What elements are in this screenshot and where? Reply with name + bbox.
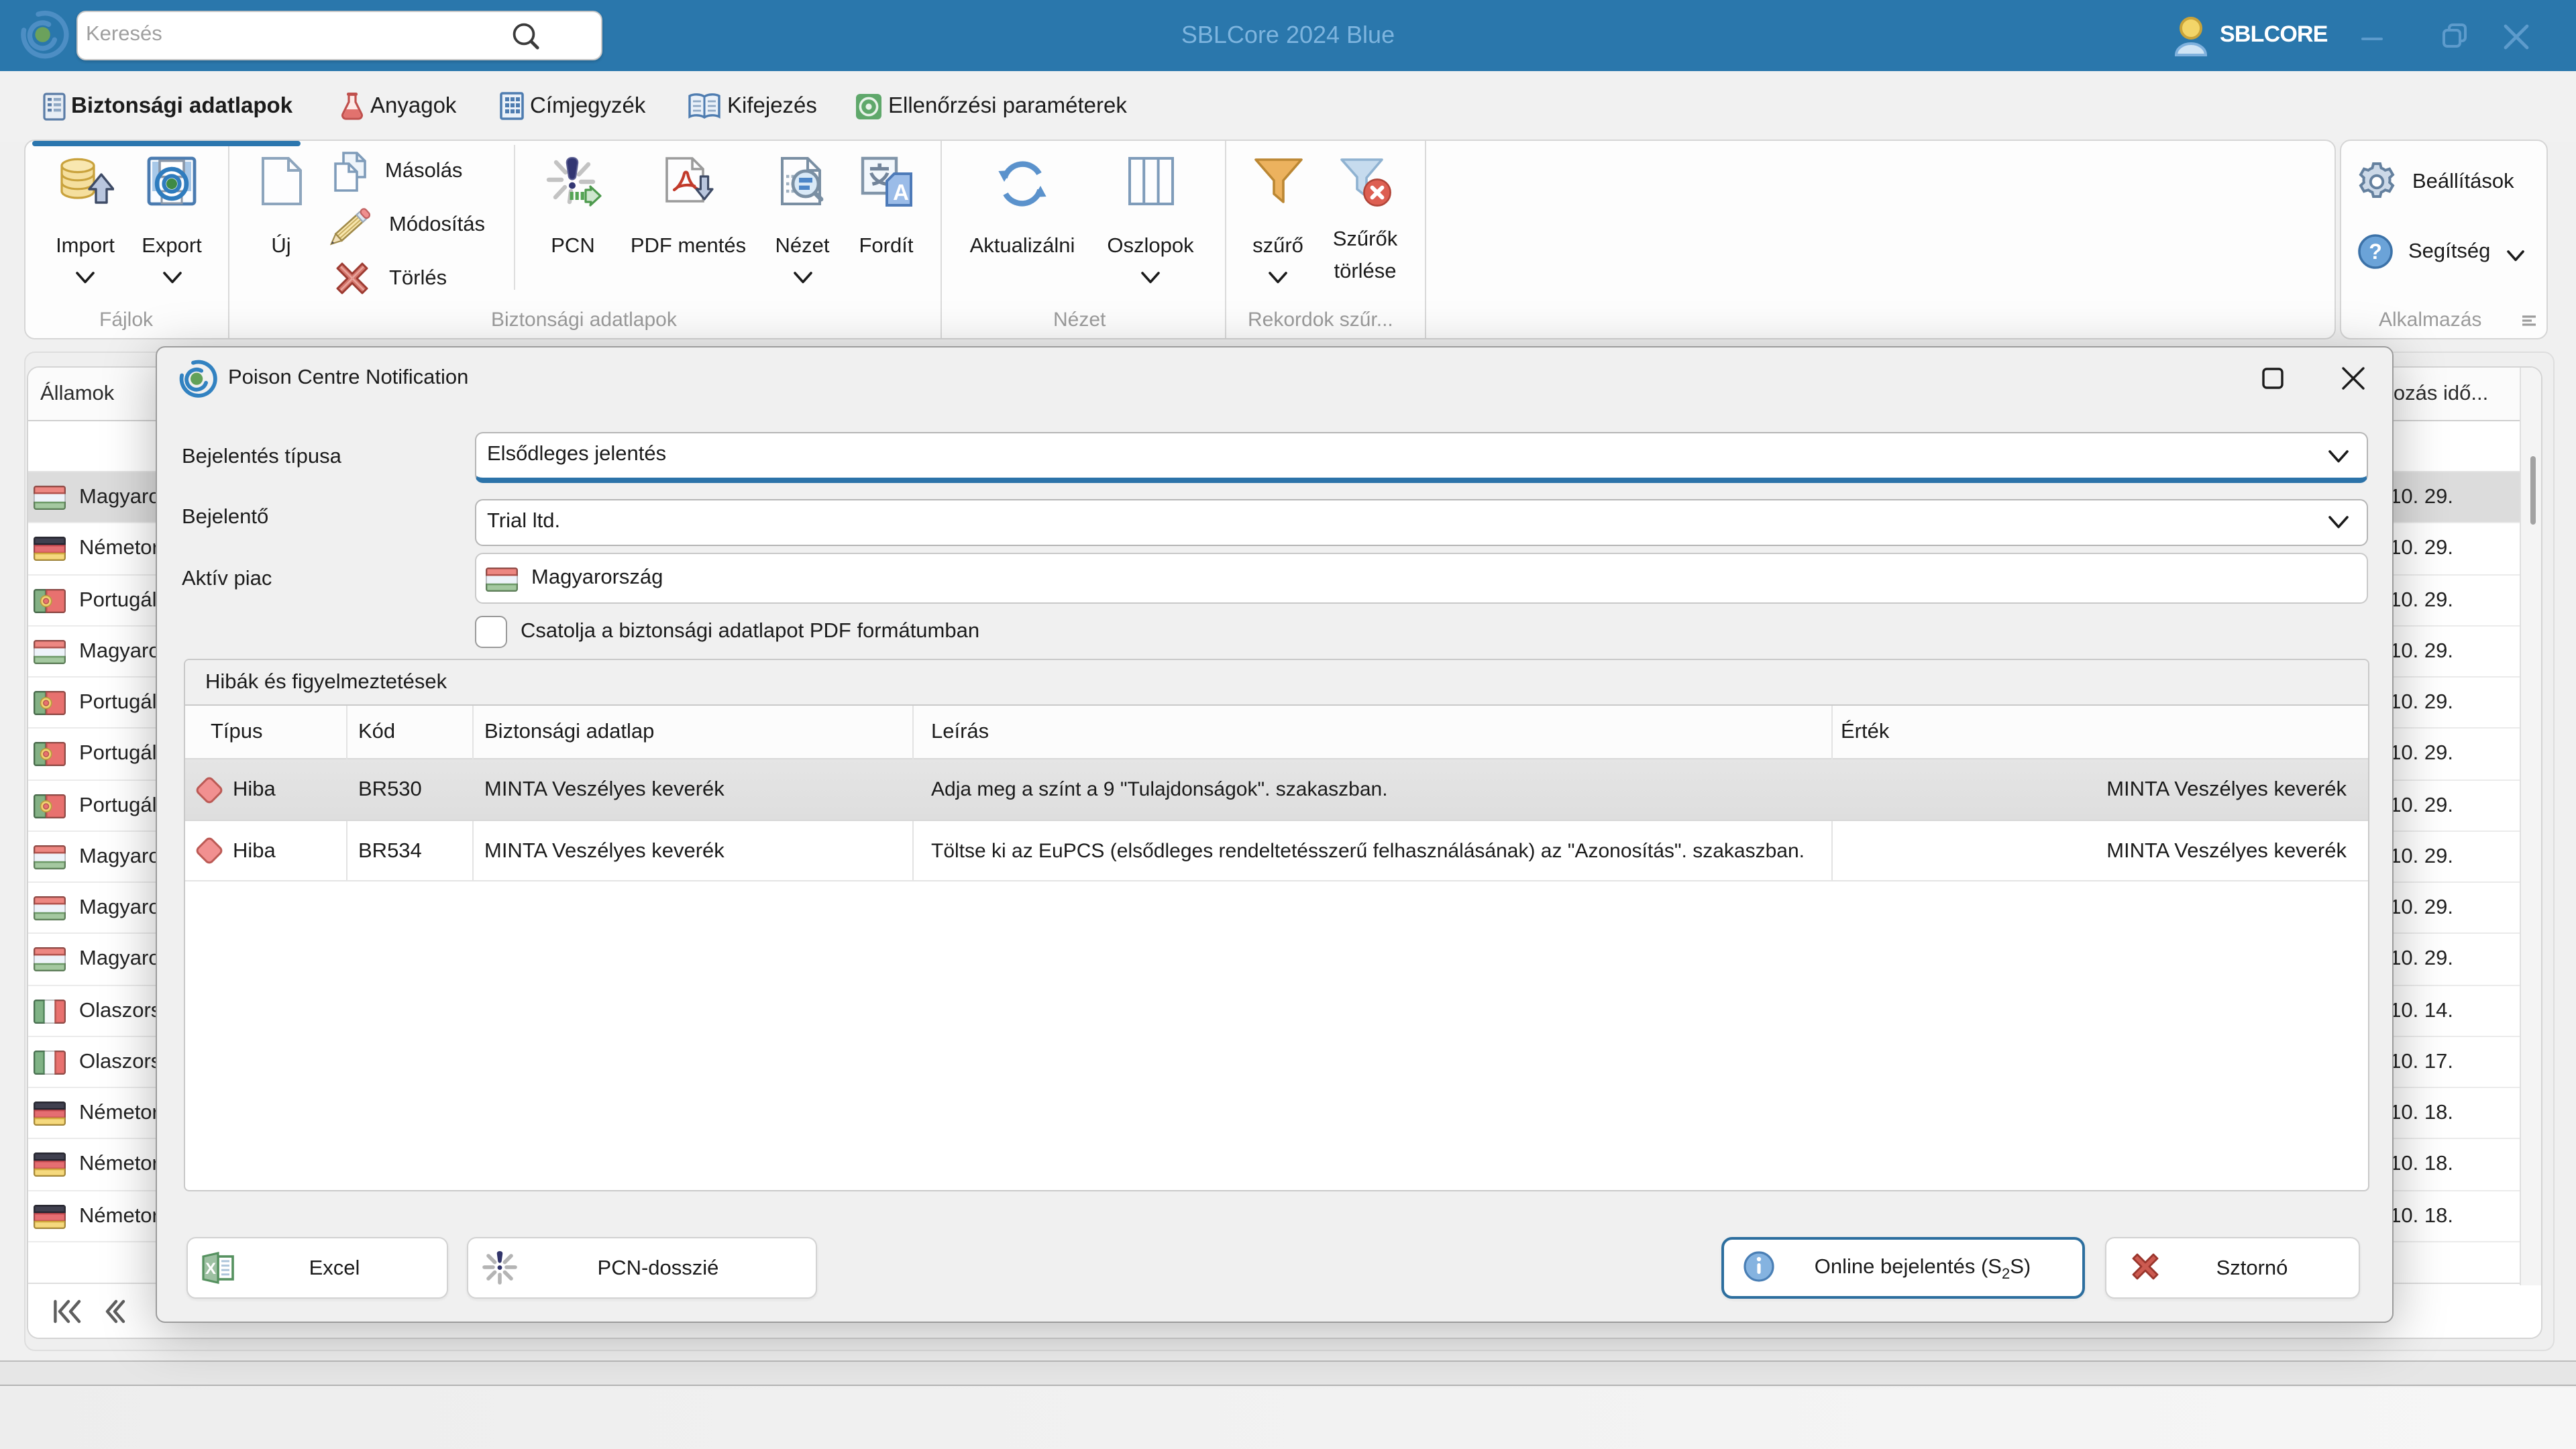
svg-text:A: A bbox=[892, 179, 908, 204]
svg-text:?: ? bbox=[2369, 239, 2382, 264]
